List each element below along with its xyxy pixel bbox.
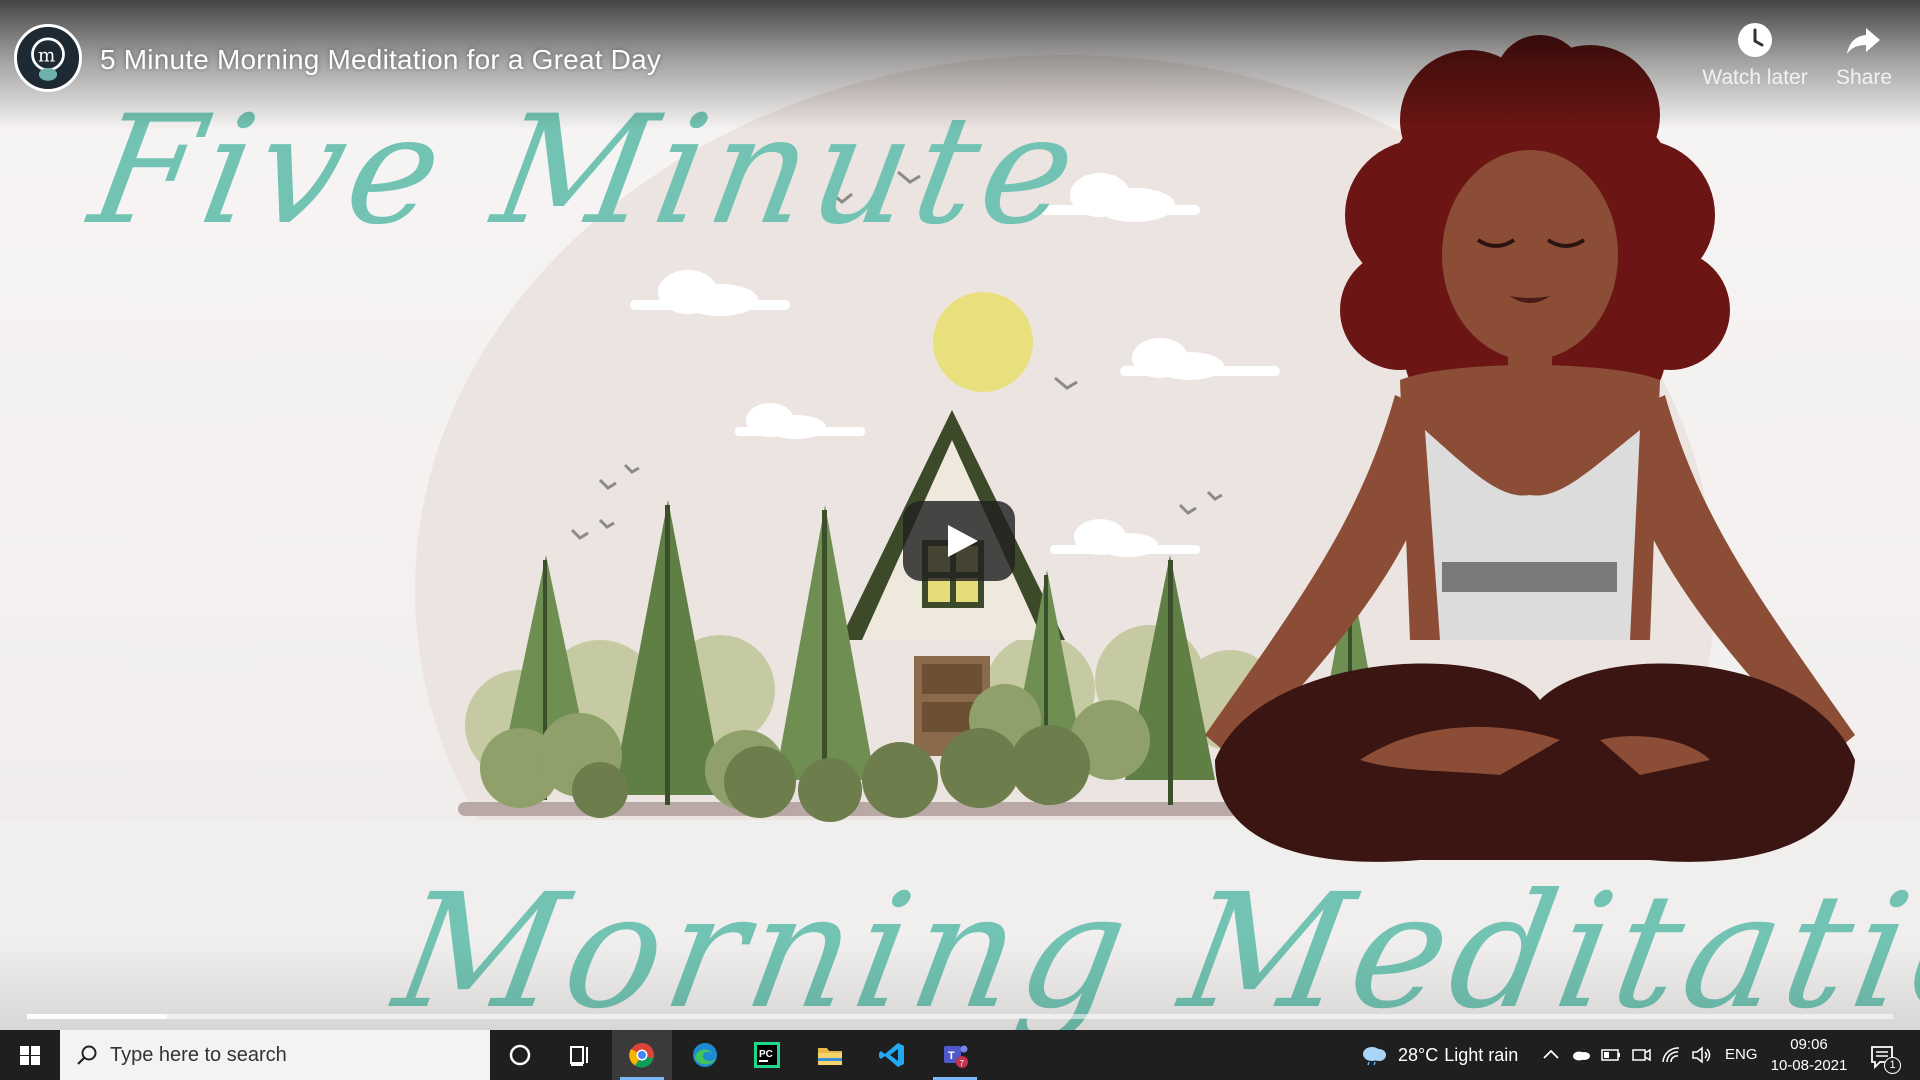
file-explorer-icon [818,1048,842,1065]
taskbar-edge[interactable] [675,1030,735,1080]
notification-count-badge: 1 [1884,1057,1901,1074]
cortana-icon [509,1044,531,1066]
rain-cloud-icon [1363,1047,1386,1066]
pycharm-icon: PC [754,1042,780,1068]
chevron-up-icon[interactable] [1540,1044,1562,1066]
language-indicator[interactable]: ENG [1725,1046,1758,1063]
wifi-icon[interactable] [1660,1044,1682,1066]
start-button[interactable] [0,1030,60,1080]
clock-time: 09:06 [1790,1036,1828,1053]
share-label: Share [1835,66,1893,89]
taskbar-file-explorer[interactable] [800,1030,860,1080]
vscode-icon [879,1043,904,1067]
video-progress-bar[interactable] [27,1014,1893,1019]
weather-widget[interactable]: 28°C Light rain [1360,1030,1524,1080]
taskbar-vscode[interactable] [862,1030,922,1080]
cortana-button[interactable] [490,1030,550,1080]
task-view-icon [570,1046,588,1066]
share-arrow-icon [1847,28,1880,54]
channel-avatar[interactable]: m [14,24,82,92]
weather-temperature: 28°C [1398,1044,1439,1065]
clock-date: 10-08-2021 [1770,1057,1848,1074]
taskbar-chrome[interactable] [612,1030,672,1080]
teams-icon: T 7 [944,1045,968,1068]
share-button[interactable]: Share [1805,20,1920,90]
svg-text:T: T [948,1050,955,1062]
meet-now-icon[interactable] [1630,1044,1652,1066]
volume-icon[interactable] [1690,1044,1712,1066]
edge-icon [693,1043,717,1067]
taskbar-clock[interactable]: 09:06 10-08-2021 [1764,1034,1854,1076]
search-placeholder: Type here to search [110,1044,287,1066]
svg-text:PC: PC [759,1049,773,1060]
clock-icon [1738,23,1772,57]
watch-later-button[interactable]: Watch later [1695,20,1815,90]
svg-text:m: m [38,46,55,67]
play-button[interactable] [903,501,1015,581]
taskbar-pycharm[interactable]: PC [737,1030,797,1080]
thumbnail-title-top: Five Minute [79,84,1094,258]
weather-condition: Light rain [1444,1044,1519,1065]
chrome-icon [629,1043,654,1068]
watch-later-label: Watch later [1702,66,1808,89]
search-icon [77,1045,97,1065]
onedrive-cloud-icon[interactable] [1570,1044,1592,1066]
task-view-button[interactable] [550,1030,610,1080]
video-progress-fill [27,1014,167,1019]
svg-text:7: 7 [960,1059,965,1068]
windows-logo-icon [20,1046,40,1065]
video-title[interactable]: 5 Minute Morning Meditation for a Great … [100,44,661,76]
channel-logo-icon: m [17,27,79,89]
video-player[interactable]: Five Minute Morning Meditation m 5 Minut… [0,0,1920,1030]
taskbar-teams[interactable]: T 7 [925,1030,985,1080]
taskbar-search-box[interactable]: Type here to search [60,1030,490,1080]
taskbar: Type here to search PC T 7 28°C Light ra… [0,1030,1920,1080]
battery-icon[interactable] [1600,1044,1622,1066]
